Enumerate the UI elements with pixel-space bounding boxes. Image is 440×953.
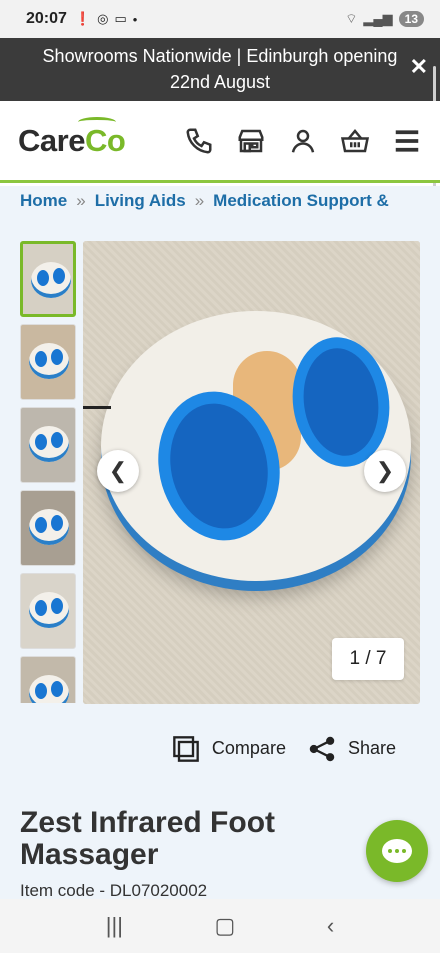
share-button[interactable]: Share [308,735,396,763]
promo-banner: Showrooms Nationwide | Edinburgh opening… [0,38,440,246]
voicemail-icon: ▭ [114,11,127,26]
alert-icon: ❗ [74,11,92,26]
status-right: ⌔ ▂▄▆ 13 [345,11,424,27]
thumbnail-strip[interactable] [20,241,78,703]
thumbnail-1[interactable] [20,241,76,317]
menu-icon[interactable] [392,126,422,156]
header-icons [184,126,422,156]
basket-icon[interactable] [340,126,370,156]
logo-care: Care [18,122,85,158]
signal-icon: ▂▄▆ [363,11,393,26]
thumbnail-2[interactable] [20,324,76,400]
store-icon[interactable] [236,126,266,156]
share-label: Share [347,738,396,758]
status-notification-icons: ❗ ◎ ▭ • [75,11,137,27]
prev-image-button[interactable]: ❮ [97,450,139,492]
logo-co: Co [84,122,126,158]
phone-icon[interactable] [184,126,214,156]
product-title: Zest Infrared Foot Massager [20,806,276,871]
wifi-icon: ⌔ [345,11,358,26]
thumbnail-4[interactable] [20,490,76,566]
main-product-image[interactable]: ❮ ❯ 1 / 7 [83,241,420,704]
breadcrumb-home[interactable]: Home [20,191,67,211]
status-time: 20:07 [26,10,67,27]
breadcrumb-separator: » [76,191,86,210]
breadcrumb-separator: » [194,191,205,210]
compare-icon [173,735,199,762]
product-actions: Compare Share [0,706,440,791]
banner-text: Showrooms Nationwide | Edinburgh opening… [42,46,398,92]
thumbnail-3[interactable] [20,407,76,483]
thumbnail-6[interactable] [20,656,76,703]
site-header: CareCo [0,101,440,183]
thumbnail-5[interactable] [20,573,76,649]
chat-button[interactable] [366,820,428,882]
banner-close-icon[interactable]: ✕ [410,54,428,80]
system-nav-bar: ||| ▢ ‹ [0,899,440,953]
compare-button[interactable]: Compare [172,735,286,763]
item-code: Item code - DL07020002 [20,881,208,899]
breadcrumb: Home » Living Aids » Medication Support … [0,186,440,216]
home-icon[interactable]: ▢ [215,913,236,939]
dot-icon: • [132,11,138,27]
image-counter: 1 / 7 [332,638,404,680]
careco-logo[interactable]: CareCo [18,116,126,159]
logo-swoosh [78,116,116,127]
recent-apps-icon[interactable]: ||| [106,913,123,939]
product-gallery: ❮ ❯ 1 / 7 [0,216,440,706]
foot-massager-image [83,311,411,581]
battery-badge: 13 [398,11,424,27]
breadcrumb-living-aids[interactable]: Living Aids [95,191,186,211]
chat-icon [382,839,412,863]
breadcrumb-medication-support[interactable]: Medication Support & [213,191,389,211]
account-icon[interactable] [288,126,318,156]
share-icon [309,736,335,761]
status-bar: 20:07 ❗ ◎ ▭ • ⌔ ▂▄▆ 13 [0,0,440,38]
back-icon[interactable]: ‹ [327,913,334,939]
whatsapp-icon: ◎ [97,11,109,26]
next-image-button[interactable]: ❯ [364,450,406,492]
compare-label: Compare [211,738,286,758]
